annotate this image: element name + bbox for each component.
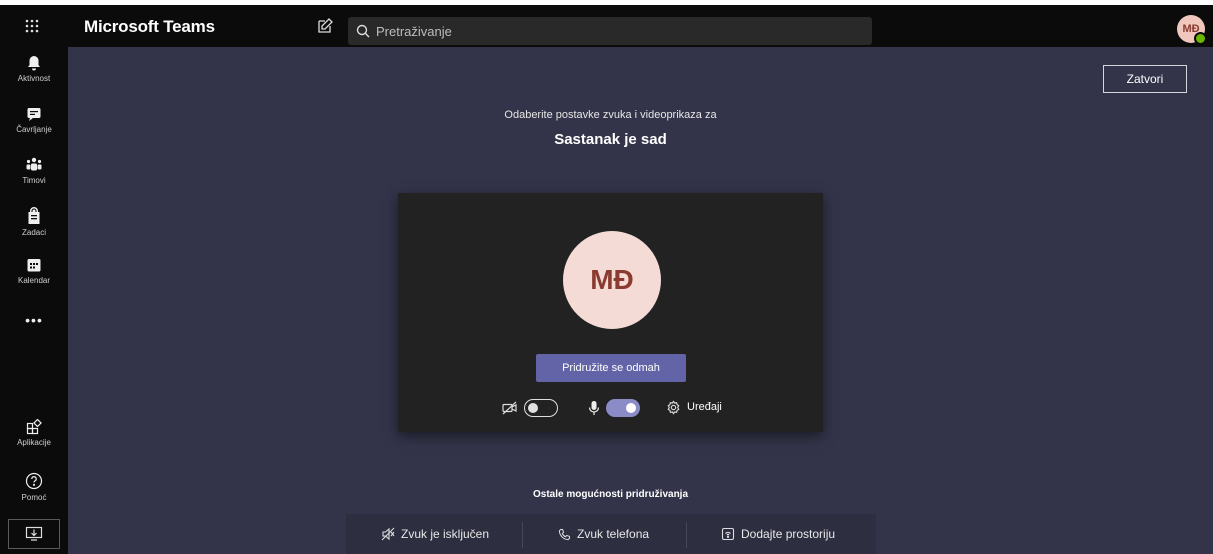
- rail-item-calendar[interactable]: Kalendar: [0, 257, 68, 285]
- grid-icon: [25, 19, 39, 33]
- rail-label: Aplikacije: [17, 438, 51, 447]
- option-label: Dodajte prostoriju: [741, 527, 836, 541]
- rail-label: Aktivnost: [17, 74, 51, 83]
- prejoin-stage: Zatvori Odaberite postavke zvuka i video…: [68, 47, 1213, 554]
- search-input[interactable]: Pretraživanje: [348, 17, 872, 45]
- meeting-title: Sastanak je sad: [554, 131, 667, 148]
- more-apps-button[interactable]: •••: [0, 312, 68, 328]
- rail-item-teams[interactable]: Timovi: [0, 157, 68, 185]
- new-chat-icon[interactable]: [316, 17, 334, 35]
- search-icon: [356, 24, 370, 38]
- rail-label: Pomoć: [21, 493, 47, 502]
- av-controls: Uređaji: [398, 395, 823, 421]
- rail-item-chat[interactable]: Čavrljanje: [0, 106, 68, 134]
- rail-item-activity[interactable]: Aktivnost: [0, 55, 68, 83]
- presence-badge: [1194, 32, 1207, 45]
- chat-icon: [27, 108, 41, 121]
- calendar-icon: [27, 259, 41, 272]
- close-button[interactable]: Zatvori: [1103, 65, 1187, 93]
- preview-avatar: MĐ: [563, 231, 661, 329]
- help-icon: [25, 472, 43, 490]
- settings-gear-icon: [667, 400, 680, 415]
- other-options-title: Ostale mogućnosti pridruživanja: [532, 489, 689, 500]
- rail-label: Kalendar: [17, 276, 51, 285]
- assignments-icon: [28, 207, 40, 224]
- app-title: Microsoft Teams: [84, 17, 215, 36]
- option-label: Zvuk je isključen: [401, 527, 490, 541]
- camera-off-icon: [502, 401, 517, 415]
- rail-label: Timovi: [22, 176, 46, 185]
- rail-label: Zadaci: [21, 228, 46, 237]
- phone-icon: [558, 528, 571, 540]
- phone-audio-option[interactable]: Zvuk telefona: [558, 514, 649, 554]
- option-divider: [686, 522, 687, 548]
- cast-icon: [721, 527, 735, 541]
- profile-avatar[interactable]: MĐ: [1177, 15, 1207, 45]
- download-app-button[interactable]: [8, 519, 60, 549]
- app-launcher-button[interactable]: [22, 16, 42, 36]
- video-preview: MĐ Pridružite se odmah Uređaji: [398, 193, 823, 432]
- search-placeholder: Pretraživanje: [376, 23, 452, 39]
- add-room-option[interactable]: Dodajte prostoriju: [721, 514, 835, 554]
- rail-item-apps[interactable]: Aplikacije: [0, 419, 68, 447]
- download-icon: [25, 526, 43, 541]
- camera-toggle-knob: [528, 402, 538, 413]
- audio-off-option[interactable]: Zvuk je isključen: [381, 514, 489, 554]
- top-bar: Microsoft Teams Pretraživanje MĐ: [0, 5, 1213, 47]
- camera-toggle[interactable]: [524, 399, 558, 417]
- speaker-off-icon: [381, 527, 395, 541]
- microphone-icon: [588, 401, 600, 415]
- more-icon: •••: [25, 312, 43, 328]
- rail-item-assignments[interactable]: Zadaci: [0, 207, 68, 237]
- other-options-bar: Zvuk je isključen Zvuk telefona Dodajte …: [346, 514, 876, 554]
- app-rail: Aktivnost Čavrljanje Timovi Zadaci Kalen…: [0, 47, 68, 554]
- rail-label: Čavrljanje: [16, 125, 52, 134]
- bell-icon: [28, 56, 40, 71]
- prejoin-subtitle: Odaberite postavke zvuka i videoprikaza …: [504, 109, 717, 121]
- apps-icon: [26, 419, 42, 435]
- devices-button[interactable]: Uređaji: [687, 401, 722, 413]
- option-divider: [522, 522, 523, 548]
- rail-item-help[interactable]: Pomoć: [0, 472, 68, 502]
- join-now-button[interactable]: Pridružite se odmah: [536, 354, 686, 382]
- teams-icon: [26, 157, 42, 171]
- microphone-toggle[interactable]: [606, 399, 640, 417]
- microphone-toggle-knob: [626, 403, 636, 413]
- option-label: Zvuk telefona: [577, 527, 650, 541]
